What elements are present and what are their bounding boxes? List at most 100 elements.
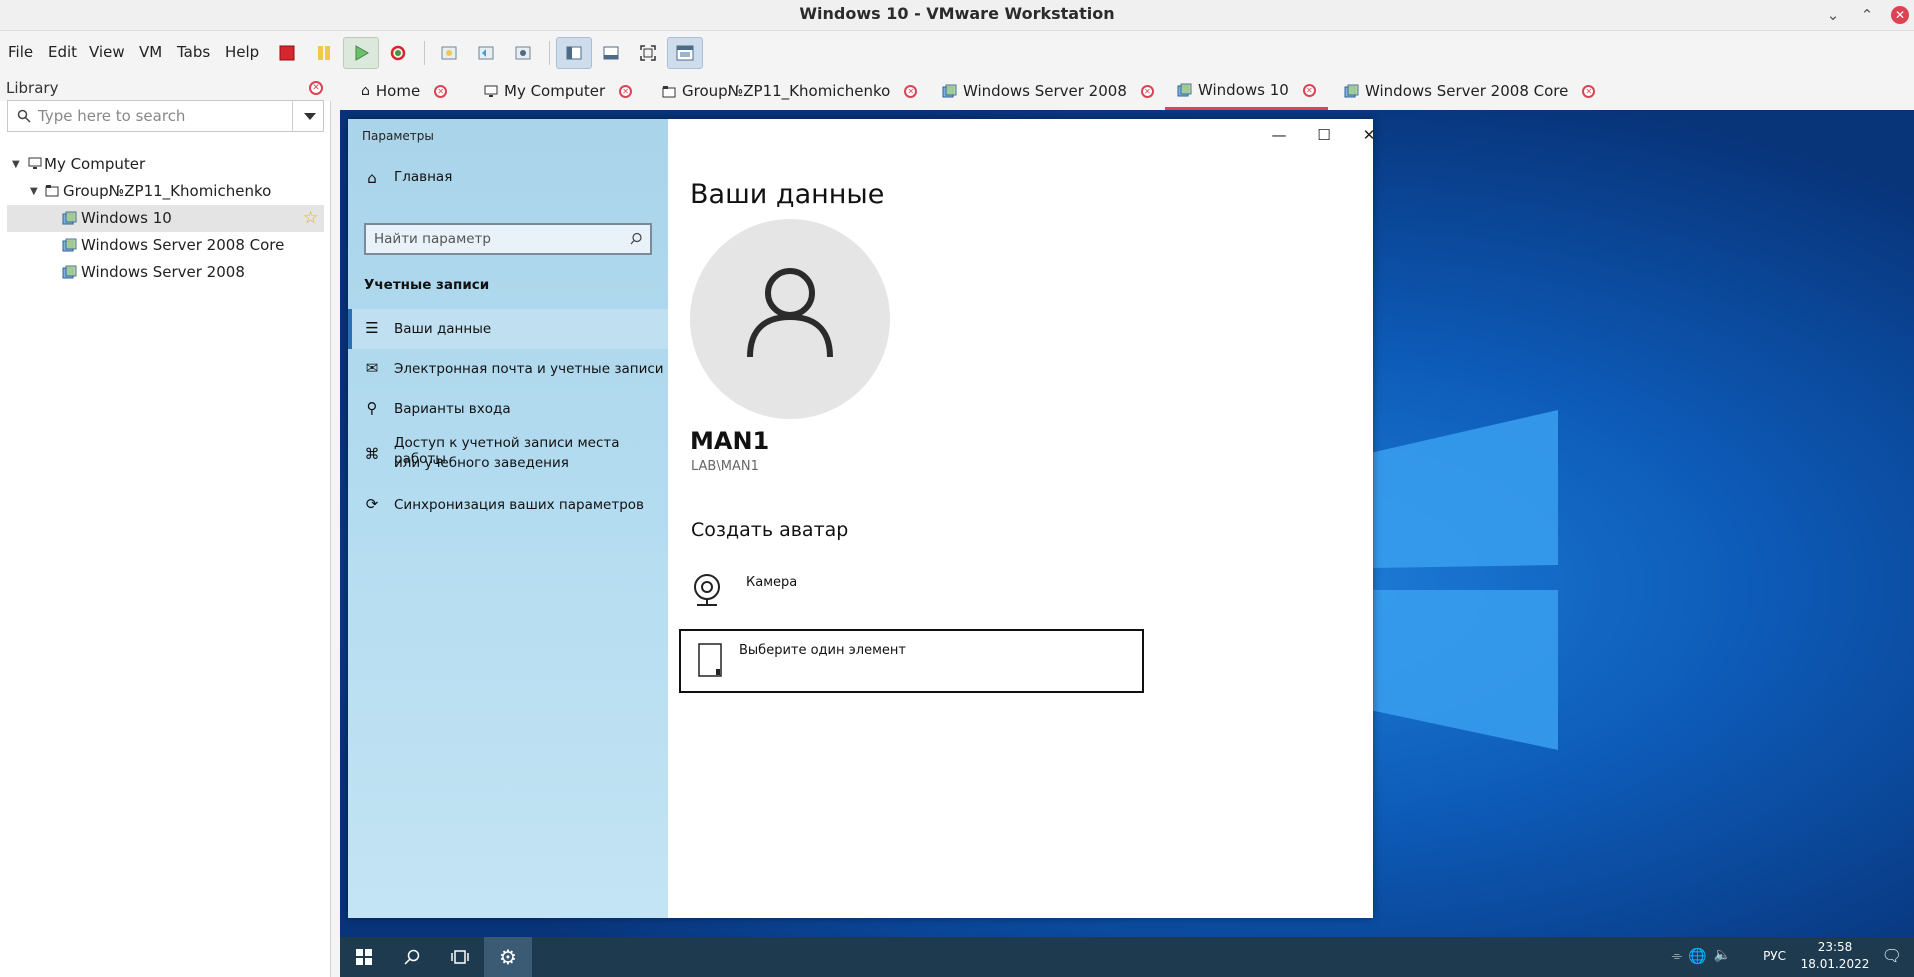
toolbar-divider [549,41,550,65]
tab-home[interactable]: ⌂ Home ✕ [361,73,448,110]
tab-label: Windows 10 [1198,80,1289,99]
close-tab-icon[interactable]: ✕ [1302,83,1316,97]
minimize-window-icon[interactable]: ⌄ [1822,4,1844,26]
snapshot-button[interactable] [431,37,467,69]
unity-view-button[interactable] [667,37,703,69]
settings-search[interactable] [364,223,652,255]
account-id: LAB\MAN1 [691,459,759,474]
settings-search-input[interactable] [374,229,624,249]
settings-taskbar-button[interactable]: ⚙ [484,937,532,977]
minimize-icon[interactable]: — [1259,123,1299,147]
camera-option[interactable] [688,569,988,609]
chevron-down-icon[interactable] [304,113,316,121]
expand-arrow-icon[interactable]: ▼ [12,151,20,178]
close-tab-icon[interactable]: ✕ [434,85,448,98]
nav-your-info[interactable]: ☰ Ваши данные [348,309,668,349]
close-tab-icon[interactable]: ✕ [619,85,633,98]
thumbnail-bar-button[interactable] [593,37,629,69]
menu-file[interactable]: File [8,43,33,61]
tree-item-group[interactable]: ▼ Group№ZP11_Khomichenko [7,178,324,205]
search-icon [404,949,420,965]
language-indicator[interactable]: РУС [1763,949,1786,963]
search-button[interactable] [388,937,436,977]
clock-time[interactable]: 23:58 [1800,940,1870,954]
library-title: Library [6,79,59,97]
reset-button[interactable] [380,37,416,69]
vm-icon [62,238,77,252]
snapshot-icon [441,46,457,60]
document-icon [698,643,722,677]
favorite-star-icon[interactable]: ☆ [303,205,318,232]
menu-vm[interactable]: VM [139,43,162,61]
start-button[interactable] [340,937,388,977]
camera-label: Камера [746,575,798,590]
volume-icon[interactable]: 🔈 [1714,947,1731,963]
task-view-button[interactable] [436,937,484,977]
search-divider [292,101,293,131]
tab-bar: ⌂ Home ✕ My Computer ✕ Group№ZP11_Khomic… [340,73,1914,110]
create-avatar-heading: Создать аватар [691,519,849,541]
suspend-button[interactable] [306,37,342,69]
avatar [690,219,890,419]
nav-label: Синхронизация ваших параметров [394,497,644,513]
close-tab-icon[interactable]: ✕ [1140,85,1154,98]
power-on-button[interactable] [343,37,379,69]
tab-ws2008-core[interactable]: Windows Server 2008 Core ✕ [1344,73,1596,110]
person-list-icon: ☰ [365,319,379,337]
nav-work-access[interactable]: ⌘ Доступ к учетной записи места работы и… [348,429,668,481]
close-tab-icon[interactable]: ✕ [1582,85,1596,98]
gear-icon: ⚙ [499,945,517,969]
revert-snapshot-icon [478,46,494,60]
revert-snapshot-button[interactable] [468,37,504,69]
tab-my-computer[interactable]: My Computer ✕ [484,73,633,110]
settings-window-title: Параметры [362,129,434,143]
close-tab-icon[interactable]: ✕ [904,85,918,98]
menu-edit[interactable]: Edit [48,43,77,61]
console-view-icon [676,45,694,61]
tree-item-windows-10[interactable]: Windows 10 ☆ [7,205,324,232]
nav-sync-settings[interactable]: ⟳ Синхронизация ваших параметров [348,485,668,525]
key-icon: ⚲ [366,399,378,417]
snapshot-manager-button[interactable] [505,37,541,69]
menu-tabs[interactable]: Tabs [177,43,210,61]
tree-item-label: Windows Server 2008 [81,263,245,281]
search-icon [17,109,31,123]
nav-sign-in-options[interactable]: ⚲ Варианты входа [348,389,668,429]
tab-windows-10[interactable]: Windows 10 ✕ [1165,73,1328,110]
expand-arrow-icon[interactable]: ▼ [30,178,38,205]
notifications-icon[interactable]: 🗨 [1882,946,1902,965]
network-icon[interactable]: 🌐 [1688,947,1707,965]
tab-group[interactable]: Group№ZP11_Khomichenko ✕ [662,73,918,110]
tree-item-ws2008[interactable]: Windows Server 2008 [7,259,324,286]
close-library-icon[interactable]: ✕ [309,81,323,95]
full-screen-button[interactable] [630,37,666,69]
tree-item-ws2008-core[interactable]: Windows Server 2008 Core [7,232,324,259]
vm-console[interactable]: Параметры ⌂ Главная Учетные записи ☰ Ваш… [340,110,1914,977]
power-off-button[interactable] [269,37,305,69]
show-library-button[interactable] [556,37,592,69]
home-icon: ⌂ [367,169,377,187]
menu-view[interactable]: View [89,43,125,61]
library-panel-icon [566,46,582,60]
tree-item-label: Windows 10 [81,209,172,227]
maximize-window-icon[interactable]: ⌃ [1856,4,1878,26]
tree-item-label: My Computer [44,155,146,173]
nav-home[interactable]: ⌂ Главная [348,169,668,189]
tab-label: Group№ZP11_Khomichenko [682,82,891,100]
nav-label-line2: или учебного заведения [394,455,569,471]
usb-icon[interactable]: ⌯ [1672,949,1682,964]
library-search[interactable] [7,100,324,132]
menu-help[interactable]: Help [225,43,259,61]
browse-for-file-button[interactable]: Выберите один элемент [679,629,1144,693]
library-search-input[interactable] [38,105,288,127]
tab-ws2008[interactable]: Windows Server 2008 ✕ [942,73,1154,110]
browse-label: Выберите один элемент [739,643,906,658]
clock-date[interactable]: 18.01.2022 [1800,957,1870,971]
close-icon[interactable]: ✕ [1349,123,1389,147]
close-window-button[interactable]: ✕ [1891,6,1909,24]
maximize-icon[interactable]: ☐ [1304,123,1344,147]
nav-email-accounts[interactable]: ✉ Электронная почта и учетные записи [348,349,668,389]
vm-icon [942,84,957,98]
tree-item-my-computer[interactable]: ▼ My Computer [7,151,324,178]
task-view-icon [451,950,469,964]
